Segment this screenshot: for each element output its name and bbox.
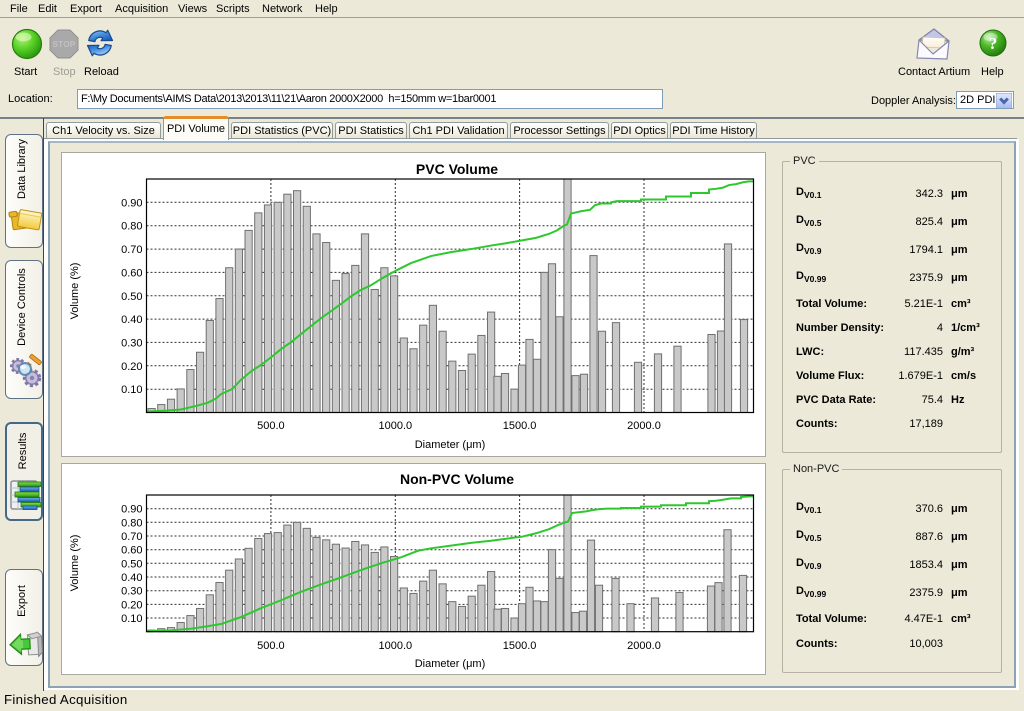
svg-text:500.0: 500.0 bbox=[257, 420, 285, 432]
svg-text:0.90: 0.90 bbox=[121, 197, 142, 209]
svg-text:2000.0: 2000.0 bbox=[627, 640, 661, 652]
svg-text:?: ? bbox=[989, 34, 998, 53]
svg-text:1500.0: 1500.0 bbox=[503, 420, 537, 432]
svg-text:0.80: 0.80 bbox=[121, 517, 142, 529]
svg-text:Volume (%): Volume (%) bbox=[69, 535, 81, 592]
svg-text:0.50: 0.50 bbox=[121, 291, 142, 303]
svg-text:0.30: 0.30 bbox=[121, 586, 142, 598]
svg-text:2000.0: 2000.0 bbox=[627, 420, 661, 432]
svg-text:0.70: 0.70 bbox=[121, 531, 142, 543]
svg-text:0.80: 0.80 bbox=[121, 221, 142, 233]
svg-text:0.70: 0.70 bbox=[121, 244, 142, 256]
svg-text:1000.0: 1000.0 bbox=[378, 640, 412, 652]
svg-text:1500.0: 1500.0 bbox=[503, 640, 537, 652]
svg-text:0.10: 0.10 bbox=[121, 613, 142, 625]
svg-text:STOP: STOP bbox=[53, 40, 76, 49]
svg-text:0.90: 0.90 bbox=[121, 504, 142, 516]
svg-text:500.0: 500.0 bbox=[257, 640, 285, 652]
svg-text:Diameter (μm): Diameter (μm) bbox=[415, 439, 486, 451]
svg-text:0.10: 0.10 bbox=[121, 384, 142, 396]
svg-text:Diameter (μm): Diameter (μm) bbox=[415, 658, 486, 670]
svg-text:0.20: 0.20 bbox=[121, 361, 142, 373]
svg-text:0.50: 0.50 bbox=[121, 558, 142, 570]
svg-text:0.40: 0.40 bbox=[121, 314, 142, 326]
svg-text:1000.0: 1000.0 bbox=[378, 420, 412, 432]
svg-text:0.60: 0.60 bbox=[121, 545, 142, 557]
svg-text:0.30: 0.30 bbox=[121, 337, 142, 349]
svg-text:Non-PVC Volume: Non-PVC Volume bbox=[400, 471, 514, 487]
svg-text:PVC Volume: PVC Volume bbox=[416, 161, 498, 177]
svg-text:Volume (%): Volume (%) bbox=[69, 263, 81, 320]
svg-text:0.20: 0.20 bbox=[121, 599, 142, 611]
svg-text:0.60: 0.60 bbox=[121, 267, 142, 279]
svg-text:0.40: 0.40 bbox=[121, 572, 142, 584]
